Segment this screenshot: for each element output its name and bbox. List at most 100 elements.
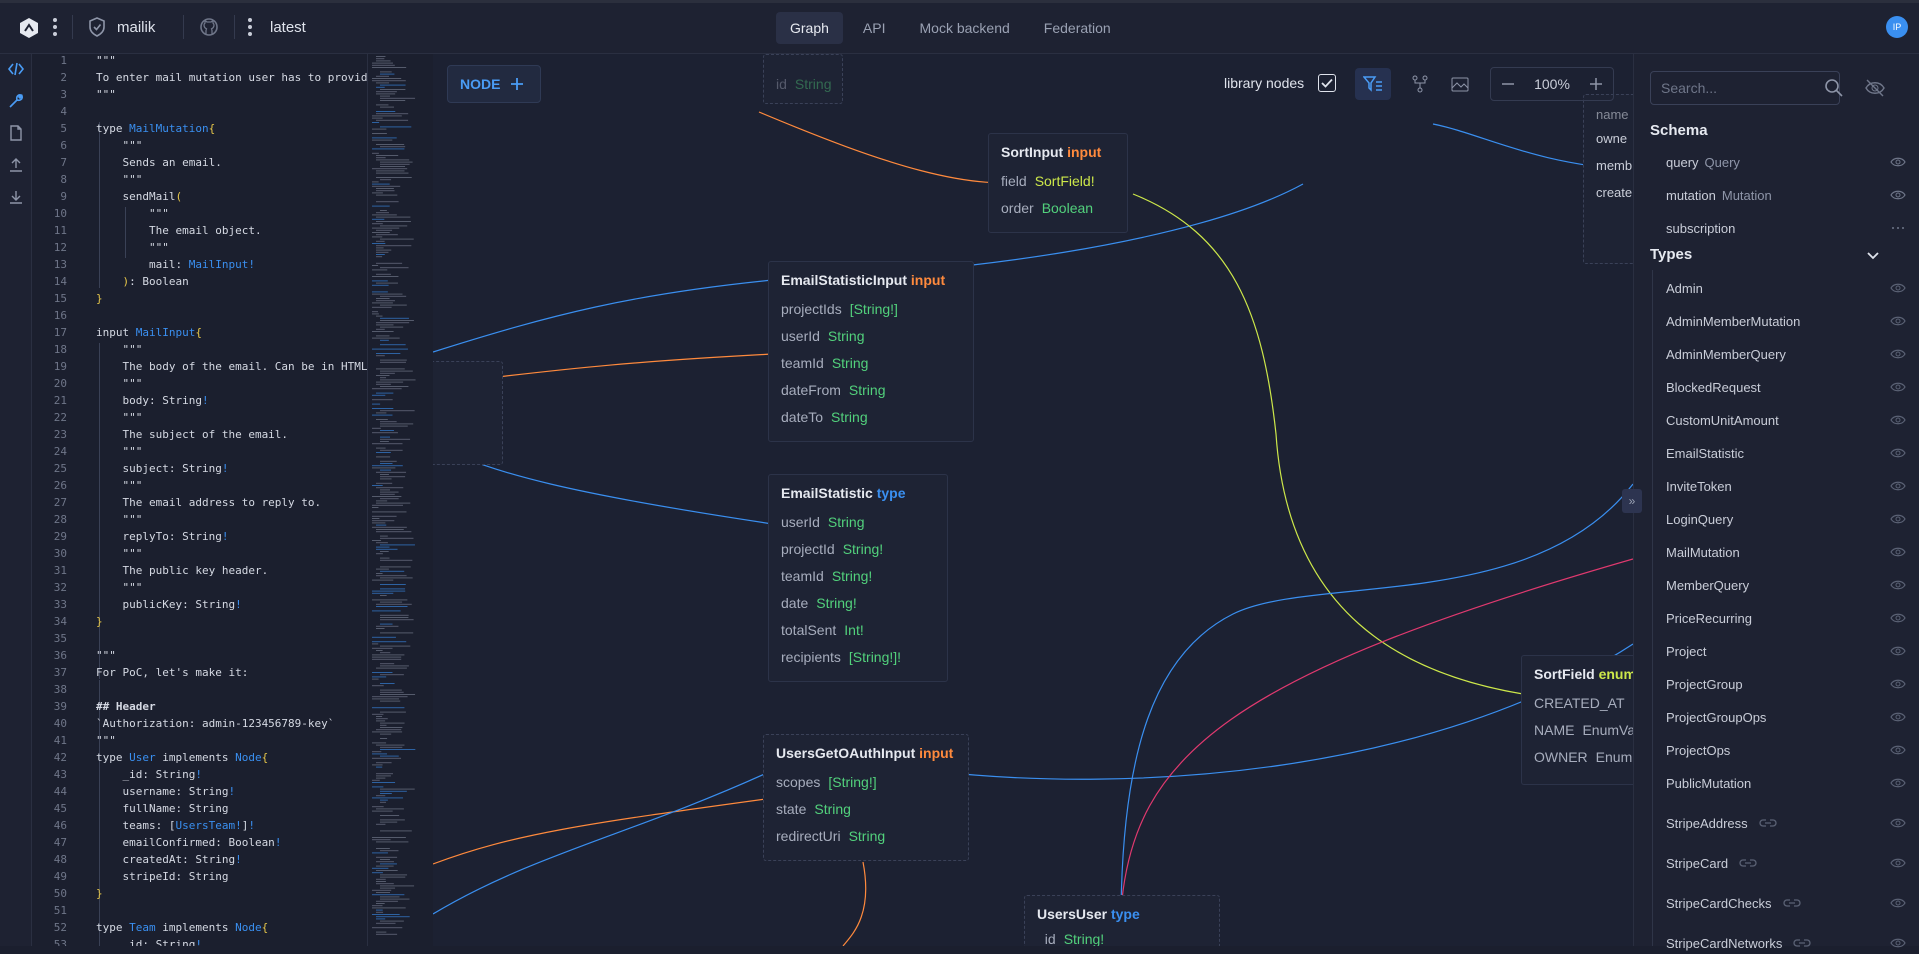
code-line[interactable]: 51 xyxy=(33,904,367,921)
eye-icon[interactable] xyxy=(1890,281,1906,295)
eye-icon[interactable] xyxy=(1890,816,1906,830)
app-logo-icon[interactable] xyxy=(18,17,40,39)
code-line[interactable]: 6 """ xyxy=(33,139,367,156)
graph-node-partial-right[interactable]: name owne memb create xyxy=(1583,94,1633,264)
eye-icon[interactable] xyxy=(1890,347,1906,361)
type-item-memberquery[interactable]: MemberQuery xyxy=(1666,574,1906,596)
eye-icon[interactable] xyxy=(1890,578,1906,592)
github-icon[interactable] xyxy=(199,17,219,37)
code-line[interactable]: 24 """ xyxy=(33,445,367,462)
eye-icon[interactable] xyxy=(1890,611,1906,625)
library-nodes-checkbox[interactable] xyxy=(1318,74,1336,92)
eye-icon[interactable] xyxy=(1890,896,1906,910)
eye-icon[interactable] xyxy=(1890,446,1906,460)
graph-node-email-statistic-input[interactable]: EmailStatisticInput input projectIds [Str… xyxy=(768,261,974,442)
code-line[interactable]: 19 The body of the email. Can be in HTML xyxy=(33,360,367,377)
schema-row-query[interactable]: query Query xyxy=(1666,151,1906,173)
search-icon[interactable] xyxy=(1824,78,1844,98)
code-line[interactable]: 14 ): Boolean xyxy=(33,275,367,292)
code-line[interactable]: 45 fullName: String xyxy=(33,802,367,819)
type-item-project[interactable]: Project xyxy=(1666,640,1906,662)
eye-icon[interactable] xyxy=(1890,677,1906,691)
type-item-publicmutation[interactable]: PublicMutation xyxy=(1666,772,1906,794)
schema-code-editor[interactable]: 1 """ 2 To enter mail mutation user has to … xyxy=(33,54,367,946)
schema-row-mutation[interactable]: mutation Mutation xyxy=(1666,184,1906,206)
add-node-button[interactable]: NODE xyxy=(447,65,541,103)
type-item-blockedrequest[interactable]: BlockedRequest xyxy=(1666,376,1906,398)
version-menu-icon[interactable] xyxy=(247,18,253,36)
eye-icon[interactable] xyxy=(1890,776,1906,790)
eye-icon[interactable] xyxy=(1890,512,1906,526)
hide-all-icon[interactable] xyxy=(1864,78,1886,98)
code-line[interactable]: 21 body: String! xyxy=(33,394,367,411)
tab-api[interactable]: API xyxy=(849,12,900,44)
code-line[interactable]: 22 """ xyxy=(33,411,367,428)
upload-icon[interactable] xyxy=(7,156,25,174)
code-line[interactable]: 15} xyxy=(33,292,367,309)
code-line[interactable]: 2 To enter mail mutation user has to prov… xyxy=(33,71,367,88)
code-line[interactable]: 26 """ xyxy=(33,479,367,496)
layout-tree-button[interactable] xyxy=(1402,68,1438,100)
type-item-projectops[interactable]: ProjectOps xyxy=(1666,739,1906,761)
code-line[interactable]: 53 _id: String! xyxy=(33,938,367,946)
code-line[interactable]: 42 type User implements Node{ xyxy=(33,751,367,768)
field-type[interactable]: SortField! xyxy=(1035,173,1095,189)
eye-icon[interactable] xyxy=(1890,936,1906,950)
code-line[interactable]: 12 """ xyxy=(33,241,367,258)
types-heading[interactable]: Types xyxy=(1650,246,1692,263)
code-line[interactable]: 50} xyxy=(33,887,367,904)
code-line[interactable]: 32 """ xyxy=(33,581,367,598)
type-item-stripecardnetworks[interactable]: StripeCardNetworks xyxy=(1666,932,1906,954)
graph-node-users-get-oauth-input[interactable]: UsersGetOAuthInput input scopes [String!]… xyxy=(763,734,969,861)
type-item-projectgroup[interactable]: ProjectGroup xyxy=(1666,673,1906,695)
eye-icon[interactable] xyxy=(1890,710,1906,724)
code-line[interactable]: 34} xyxy=(33,615,367,632)
tab-graph[interactable]: Graph xyxy=(776,12,843,44)
code-minimap[interactable] xyxy=(367,54,433,946)
zoom-in-icon[interactable] xyxy=(1589,77,1603,91)
code-line[interactable]: 10 """ xyxy=(33,207,367,224)
eye-icon[interactable] xyxy=(1890,314,1906,328)
type-item-admin[interactable]: Admin xyxy=(1666,277,1906,299)
eye-icon[interactable] xyxy=(1890,155,1906,169)
schema-row-subscription[interactable]: subscription xyxy=(1666,217,1906,239)
code-line[interactable]: 13 mail: MailInput! xyxy=(33,258,367,275)
code-line[interactable]: 52 type Team implements Node{ xyxy=(33,921,367,938)
type-item-projectgroupops[interactable]: ProjectGroupOps xyxy=(1666,706,1906,728)
code-line[interactable]: 23 The subject of the email. xyxy=(33,428,367,445)
code-icon[interactable] xyxy=(7,60,25,78)
code-line[interactable]: 41 """ xyxy=(33,734,367,751)
type-item-stripecard[interactable]: StripeCard xyxy=(1666,852,1906,874)
code-line[interactable]: 17 input MailInput{ xyxy=(33,326,367,343)
filter-button[interactable] xyxy=(1355,68,1391,100)
eye-icon[interactable] xyxy=(1890,743,1906,757)
version-label[interactable]: latest xyxy=(270,19,306,36)
chevron-down-icon[interactable] xyxy=(1866,248,1880,262)
type-item-pricerecurring[interactable]: PriceRecurring xyxy=(1666,607,1906,629)
type-item-mailmutation[interactable]: MailMutation xyxy=(1666,541,1906,563)
tab-mock-backend[interactable]: Mock backend xyxy=(906,12,1024,44)
code-line[interactable]: 20 """ xyxy=(33,377,367,394)
code-line[interactable]: 30 """ xyxy=(33,547,367,564)
code-line[interactable]: 48 createdAt: String! xyxy=(33,853,367,870)
code-line[interactable]: 3 """ xyxy=(33,88,367,105)
code-line[interactable]: 29 replyTo: String! xyxy=(33,530,367,547)
type-item-customunitamount[interactable]: CustomUnitAmount xyxy=(1666,409,1906,431)
code-line[interactable]: 37 For PoC, let's make it: xyxy=(33,666,367,683)
graph-node-sort-input[interactable]: SortInput input field SortField! order Boo… xyxy=(988,133,1128,233)
graph-node-partial-top[interactable]: id String xyxy=(763,54,843,104)
code-line[interactable]: 8 """ xyxy=(33,173,367,190)
more-icon[interactable] xyxy=(1890,221,1906,235)
eye-icon[interactable] xyxy=(1890,644,1906,658)
code-line[interactable]: 35 xyxy=(33,632,367,649)
code-line[interactable]: 5 type MailMutation{ xyxy=(33,122,367,139)
wrench-icon[interactable] xyxy=(7,92,25,110)
code-line[interactable]: 7 Sends an email. xyxy=(33,156,367,173)
avatar[interactable]: IP xyxy=(1886,16,1908,38)
code-line[interactable]: 44 username: String! xyxy=(33,785,367,802)
document-icon[interactable] xyxy=(7,124,25,142)
eye-icon[interactable] xyxy=(1890,479,1906,493)
eye-icon[interactable] xyxy=(1890,856,1906,870)
code-line[interactable]: 49 stripeId: String xyxy=(33,870,367,887)
zoom-out-icon[interactable] xyxy=(1501,77,1515,91)
